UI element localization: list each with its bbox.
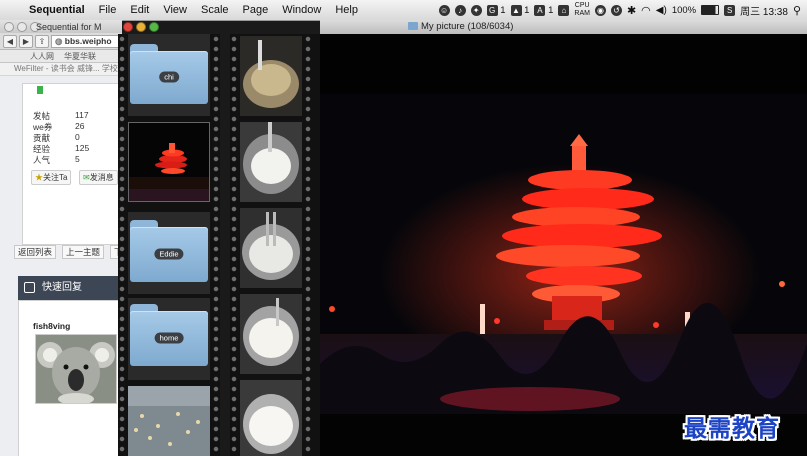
- stat-row: 人气 5: [33, 154, 80, 165]
- follow-button[interactable]: ★关注Ta: [31, 170, 72, 185]
- menu-window[interactable]: Window: [275, 4, 328, 16]
- folder-label: chi: [159, 71, 179, 83]
- zoom-button[interactable]: [149, 22, 159, 32]
- film-frame[interactable]: chi: [128, 34, 210, 116]
- whisk-photo-thumbnail: [240, 208, 302, 288]
- status-area: ☺ ♪ ✦ G 1 ▲ 1 A 1 ⌂ CPU RAM ◉ ↺ ✱ ◠ ◀) 1…: [438, 2, 807, 18]
- status-a-icon: G: [486, 4, 498, 16]
- dropbox-icon[interactable]: ✦: [470, 4, 482, 16]
- address-text: bbs.weipho: [64, 35, 112, 46]
- status-app-icon[interactable]: ☺: [438, 4, 450, 16]
- folder-label: home: [154, 332, 184, 344]
- viewer-titlebar: My picture (108/6034): [320, 20, 807, 35]
- input-source-icon[interactable]: S: [724, 4, 736, 16]
- image-viewer[interactable]: [320, 34, 807, 456]
- tower-thumbnail-image: [129, 123, 209, 201]
- film-perforation: [230, 34, 238, 456]
- online-indicator: [37, 86, 43, 94]
- time-machine-icon[interactable]: ↺: [610, 4, 622, 16]
- notification-bell-icon[interactable]: ♪: [454, 4, 466, 16]
- menu-view[interactable]: View: [156, 4, 194, 16]
- menu-bar: Sequential File Edit View Scale Page Win…: [0, 0, 807, 21]
- folder-icon: Eddie: [130, 220, 208, 282]
- back-button[interactable]: ◀: [3, 34, 17, 48]
- mixing-photo-thumbnail: [240, 122, 302, 202]
- battery-percent[interactable]: 100%: [672, 5, 696, 16]
- water-thumbnail-image: [128, 386, 210, 456]
- filmstrip-files: chi Eddie home: [118, 34, 220, 456]
- film-frame[interactable]: home: [128, 298, 210, 380]
- volume-icon[interactable]: ◀): [656, 5, 667, 16]
- browser-toolbar: ◀ ▶ ⇪ ◍ bbs.weipho: [0, 33, 122, 50]
- film-frame[interactable]: [240, 122, 302, 202]
- back-to-list-link[interactable]: 返回列表: [14, 245, 57, 259]
- status-item-a[interactable]: G 1: [486, 4, 506, 16]
- film-frame-selected[interactable]: [128, 122, 210, 202]
- viewer-title: My picture (108/6034): [421, 21, 514, 32]
- gamepad-icon[interactable]: ◉: [594, 4, 606, 16]
- status-item-b[interactable]: ▲ 1: [510, 4, 529, 16]
- film-perforation: [118, 34, 126, 456]
- status-item-c[interactable]: A 1: [534, 4, 553, 16]
- status-tool-icon[interactable]: ⌂: [558, 4, 570, 16]
- user-avatar[interactable]: [35, 334, 117, 404]
- forward-button[interactable]: ▶: [19, 34, 33, 48]
- battery-icon: [701, 5, 720, 15]
- close-button[interactable]: [123, 22, 133, 32]
- message-button[interactable]: ✉发消息: [79, 170, 118, 185]
- film-perforation: [212, 34, 220, 456]
- message-icon: ✉: [83, 173, 90, 182]
- browser-tab[interactable]: WeFilter - 读书会 威锋... 学校系统...: [0, 63, 122, 76]
- bluetooth-icon[interactable]: ✱: [627, 4, 636, 17]
- bookmarks-bar: 人人网 华夏华联: [0, 50, 122, 63]
- minimize-button[interactable]: [136, 22, 146, 32]
- cpu-ram-monitor[interactable]: CPU RAM: [574, 2, 590, 18]
- address-bar[interactable]: ◍ bbs.weipho: [51, 34, 122, 48]
- cream-photo-thumbnail: [240, 294, 302, 374]
- edit-icon: [24, 282, 35, 293]
- film-frame[interactable]: [240, 36, 302, 116]
- main-photo-may-fourth-square: [320, 34, 807, 456]
- filmstrip-photos: [230, 34, 320, 456]
- user-profile-card: 发帖 117 we券 26 贡献 0 经验 125 人气 5 ★关注Ta ✉发消息: [22, 83, 122, 245]
- spotlight-icon[interactable]: ⚲: [793, 4, 801, 17]
- bookmark-item[interactable]: 华夏华联: [64, 51, 96, 62]
- menu-help[interactable]: Help: [328, 4, 365, 16]
- folder-icon: home: [130, 304, 208, 366]
- status-c-icon: A: [534, 4, 546, 16]
- menu-file[interactable]: File: [92, 4, 124, 16]
- thread-nav: 返回列表 上一主题 下: [14, 245, 122, 259]
- status-b-icon: ▲: [510, 4, 522, 16]
- share-button[interactable]: ⇪: [35, 34, 49, 48]
- globe-icon: ◍: [55, 35, 63, 46]
- username[interactable]: fish8ving: [33, 321, 70, 331]
- clock[interactable]: 周三 13:38: [740, 3, 788, 18]
- folder-label: Eddie: [154, 248, 184, 260]
- browser-window: ◀ ▶ ⇪ ◍ bbs.weipho 人人网 华夏华联 WeFilter - 读…: [0, 20, 122, 456]
- menu-app-sequential[interactable]: Sequential: [22, 4, 92, 16]
- koala-avatar-image: [36, 335, 116, 403]
- folder-icon: chi: [130, 44, 208, 104]
- menu-edit[interactable]: Edit: [123, 4, 156, 16]
- browser-window-title: Sequential for M: [36, 22, 102, 32]
- menu-scale[interactable]: Scale: [194, 4, 236, 16]
- wifi-icon[interactable]: ◠: [641, 4, 651, 17]
- bowl-photo-thumbnail: [240, 36, 302, 116]
- film-frame[interactable]: [240, 208, 302, 288]
- watermark-logo: 最需教育: [684, 415, 780, 442]
- film-frame[interactable]: [240, 294, 302, 374]
- star-icon: ★: [35, 173, 43, 182]
- folder-icon: [408, 22, 418, 30]
- film-frame[interactable]: [128, 386, 210, 456]
- menu-page[interactable]: Page: [236, 4, 276, 16]
- quick-reply-header[interactable]: 快速回复: [18, 276, 122, 300]
- previous-thread-link[interactable]: 上一主题: [62, 245, 105, 259]
- film-frame[interactable]: Eddie: [128, 212, 210, 294]
- film-frame[interactable]: [240, 380, 302, 456]
- bookmark-item[interactable]: 人人网: [30, 51, 54, 62]
- batter-photo-thumbnail: [240, 380, 302, 456]
- reply-panel: fish8ving: [18, 300, 122, 456]
- window-controls: [123, 20, 159, 34]
- film-perforation: [304, 34, 312, 456]
